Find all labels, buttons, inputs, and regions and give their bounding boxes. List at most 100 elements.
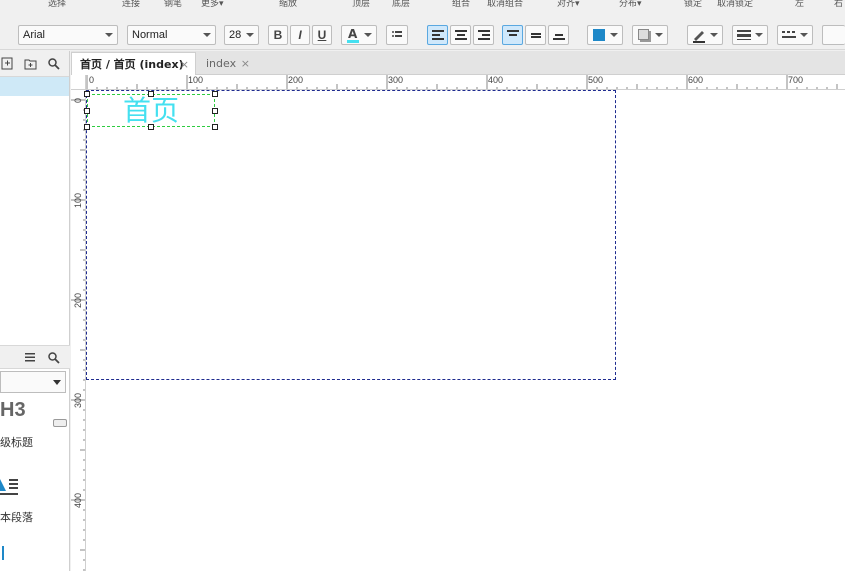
line-style-icon <box>782 31 796 38</box>
label-bring-front[interactable]: 顶层 <box>352 0 370 9</box>
font-size-select[interactable]: 28 <box>224 25 259 45</box>
label-right[interactable]: 右 <box>834 0 843 9</box>
label-connect[interactable]: 连接 <box>122 0 140 9</box>
search-icon[interactable] <box>47 351 60 367</box>
font-size-value: 28 <box>229 29 242 41</box>
valign-middle-icon <box>530 33 541 38</box>
fill-color-swatch <box>593 29 605 41</box>
underline-button[interactable]: U <box>312 25 332 45</box>
label-zoom[interactable]: 缩放 <box>279 0 297 9</box>
shadow-button[interactable] <box>632 25 668 45</box>
design-canvas[interactable]: 首页 <box>84 90 845 571</box>
align-center-icon <box>454 30 467 40</box>
tab-label: index <box>206 57 237 70</box>
ruler-label: 500 <box>588 75 604 85</box>
ruler-label: 300 <box>388 75 404 85</box>
tab-index[interactable]: index × <box>198 52 256 75</box>
label-group[interactable]: 组合 <box>452 0 470 9</box>
font-family-value: Arial <box>23 29 46 41</box>
list-icon <box>392 31 402 37</box>
toolbar-labels: 选择 连接 钢笔 更多▾ 缩放 顶层 底层 组合 取消组合 对齐▾ 分布▾ 锁定… <box>0 0 845 14</box>
label-select[interactable]: 选择 <box>48 0 66 9</box>
font-style-value: Normal <box>132 29 168 41</box>
chevron-down-icon <box>203 33 211 37</box>
library-select[interactable] <box>0 371 66 393</box>
close-icon[interactable]: × <box>241 57 250 70</box>
shadow-icon <box>638 29 649 40</box>
add-folder-icon[interactable] <box>24 57 37 70</box>
ruler-label: 200 <box>73 292 83 308</box>
page-tabs: 首页 / 首页 (index) × index × <box>71 51 845 75</box>
library-panel-header <box>0 345 70 369</box>
close-icon[interactable]: × <box>180 58 189 71</box>
tab-home-index[interactable]: 首页 / 首页 (index) × <box>71 52 196 75</box>
line-style-button[interactable] <box>777 25 813 45</box>
search-icon[interactable] <box>47 57 60 70</box>
text-cursor-icon[interactable] <box>0 546 8 560</box>
paragraph-icon[interactable] <box>0 471 20 499</box>
chevron-down-icon <box>655 33 663 37</box>
ruler-label: 200 <box>288 75 304 85</box>
valign-top-button[interactable] <box>502 25 523 45</box>
resize-handle-t[interactable] <box>148 91 154 97</box>
chevron-down-icon <box>710 33 718 37</box>
library-paragraph-label: 本段落 <box>0 511 33 524</box>
chevron-down-icon <box>246 33 254 37</box>
align-center-button[interactable] <box>450 25 471 45</box>
left-panel: H3 级标题 本段落 <box>0 51 70 571</box>
widget-text[interactable]: 首页 <box>123 95 179 126</box>
ruler-label: 0 <box>73 97 83 103</box>
valign-middle-button[interactable] <box>525 25 546 45</box>
horizontal-ruler: 0 100 200 300 400 500 600 700 <box>71 75 845 90</box>
vertical-ruler: 0 100 200 300 400 <box>71 90 86 571</box>
font-style-select[interactable]: Normal <box>127 25 216 45</box>
resize-handle-l[interactable] <box>84 108 90 114</box>
label-lock[interactable]: 锁定 <box>684 0 702 9</box>
bullet-list-button[interactable] <box>386 25 408 45</box>
selected-page-row[interactable] <box>0 77 69 96</box>
arrow-style-button[interactable] <box>822 25 845 45</box>
add-page-icon[interactable] <box>1 57 14 70</box>
line-color-button[interactable] <box>687 25 723 45</box>
text-color-icon: A <box>348 27 358 41</box>
label-left[interactable]: 左 <box>795 0 804 9</box>
format-toolbar: Arial Normal 28 B I U A <box>0 14 845 50</box>
valign-bottom-button[interactable] <box>548 25 569 45</box>
text-widget[interactable]: 首页 <box>87 94 215 127</box>
valign-top-icon <box>506 30 519 36</box>
ruler-label: 400 <box>488 75 504 85</box>
align-right-button[interactable] <box>473 25 494 45</box>
resize-handle-tr[interactable] <box>212 91 218 97</box>
label-align[interactable]: 对齐▾ <box>557 0 580 9</box>
label-distribute[interactable]: 分布▾ <box>619 0 642 9</box>
ruler-label: 100 <box>188 75 204 85</box>
valign-bottom-icon <box>552 34 565 40</box>
label-unlock[interactable]: 取消锁定 <box>717 0 753 9</box>
chevron-down-icon <box>105 33 113 37</box>
font-family-select[interactable]: Arial <box>18 25 118 45</box>
text-color-button[interactable]: A <box>341 25 377 45</box>
resize-handle-r[interactable] <box>212 108 218 114</box>
label-pen[interactable]: 钢笔 <box>164 0 182 9</box>
resize-handle-br[interactable] <box>212 124 218 130</box>
chevron-down-icon <box>755 33 763 37</box>
label-ungroup[interactable]: 取消组合 <box>487 0 523 9</box>
align-left-icon <box>431 30 444 40</box>
scrollbar-thumb[interactable] <box>53 419 67 427</box>
library-h3-preview[interactable]: H3 <box>0 399 26 422</box>
resize-handle-b[interactable] <box>148 124 154 130</box>
italic-button[interactable]: I <box>290 25 310 45</box>
bold-button[interactable]: B <box>268 25 288 45</box>
ruler-label: 400 <box>73 492 83 508</box>
align-left-button[interactable] <box>427 25 448 45</box>
resize-handle-tl[interactable] <box>84 91 90 97</box>
line-width-icon <box>737 30 751 40</box>
ruler-label: 600 <box>688 75 704 85</box>
label-send-back[interactable]: 底层 <box>392 0 410 9</box>
chevron-down-icon <box>610 33 618 37</box>
label-more[interactable]: 更多▾ <box>201 0 224 9</box>
fill-color-button[interactable] <box>587 25 623 45</box>
line-width-button[interactable] <box>732 25 768 45</box>
menu-icon[interactable] <box>24 351 36 366</box>
resize-handle-bl[interactable] <box>84 124 90 130</box>
